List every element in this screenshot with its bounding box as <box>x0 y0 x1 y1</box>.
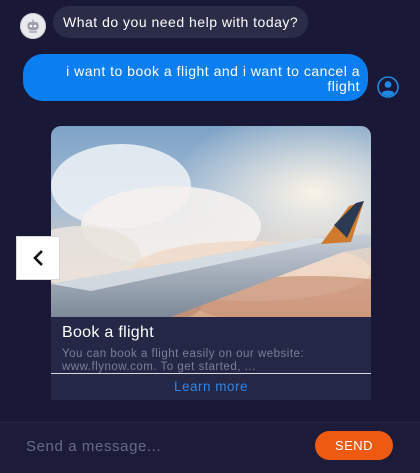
card-title: Book a flight <box>62 324 154 341</box>
carousel-prev-button[interactable] <box>16 236 60 280</box>
card-description: You can book a flight easily on our webs… <box>62 348 305 373</box>
send-button[interactable]: SEND <box>315 431 393 460</box>
bot-avatar-icon <box>20 13 46 39</box>
user-avatar-icon <box>377 76 399 98</box>
card-image-airplane-wing <box>51 126 371 317</box>
learn-more-link[interactable]: Learn more <box>51 379 371 394</box>
message-composer: SEND <box>0 423 420 473</box>
chevron-left-icon <box>33 250 43 266</box>
card-divider <box>51 373 371 374</box>
flight-card: Book a flight You can book a flight easi… <box>51 126 371 400</box>
user-message-bubble: i want to book a flight and i want to ca… <box>23 54 368 101</box>
message-input[interactable] <box>14 433 318 459</box>
bot-message-bubble: What do you need help with today? <box>53 6 309 38</box>
